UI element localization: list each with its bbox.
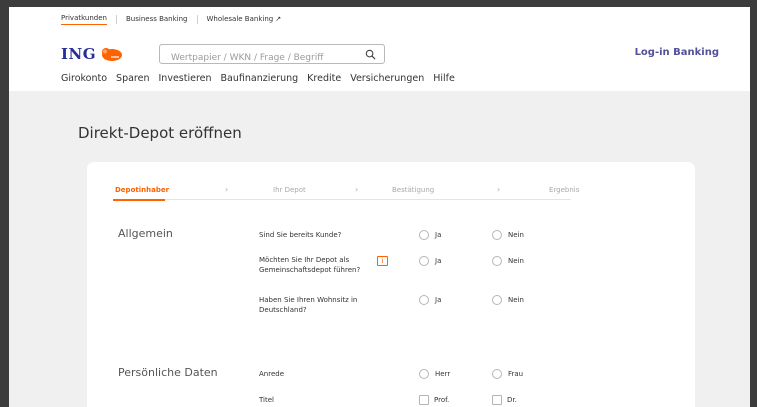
logo-text: ING xyxy=(61,45,97,63)
radio-button[interactable] xyxy=(419,295,429,305)
segment-wholesale-banking-link[interactable]: Wholesale Banking ↗ xyxy=(207,15,282,23)
login-banking-link[interactable]: Log-in Banking xyxy=(635,47,719,58)
joint-depot-yes-option[interactable]: Ja xyxy=(419,256,441,266)
nav-item-hilfe[interactable]: Hilfe xyxy=(433,73,455,84)
page-title: Direkt-Depot eröffnen xyxy=(78,124,242,142)
segment-divider xyxy=(196,14,198,24)
step-ergebnis: Ergebnis xyxy=(549,186,580,194)
segment-wholesale-label: Wholesale Banking xyxy=(206,15,274,23)
lion-icon xyxy=(102,48,123,61)
option-label: Frau xyxy=(508,370,524,378)
question-joint-depot: Möchten Sie Ihr Depot als Gemeinschaftsd… xyxy=(259,256,361,274)
external-link-icon: ↗ xyxy=(275,15,282,23)
residence-yes-option[interactable]: Ja xyxy=(419,295,441,305)
section-title-allgemein: Allgemein xyxy=(118,227,173,240)
segment-divider xyxy=(116,14,117,24)
checkbox[interactable] xyxy=(419,395,429,405)
nav-item-sparen[interactable]: Sparen xyxy=(116,73,149,84)
main-nav: Girokonto Sparen Investieren Baufinanzie… xyxy=(61,73,464,84)
option-label: Ja xyxy=(435,231,442,239)
salutation-mrs-option[interactable]: Frau xyxy=(492,369,523,379)
existing-customer-yes-option[interactable]: Ja xyxy=(419,230,441,240)
nav-item-versicherungen[interactable]: Versicherungen xyxy=(350,73,424,84)
segment-bar: Privatkunden Business Banking Wholesale … xyxy=(61,12,281,26)
option-label: Nein xyxy=(508,296,524,304)
step-bestaetigung: Bestätigung xyxy=(392,186,435,194)
ing-logo[interactable]: ING xyxy=(61,45,123,63)
option-label: Ja xyxy=(435,296,442,304)
joint-depot-no-option[interactable]: Nein xyxy=(492,256,524,266)
section-title-persoenliche-daten: Persönliche Daten xyxy=(118,366,218,379)
radio-button[interactable] xyxy=(419,369,429,379)
option-label: Prof. xyxy=(434,396,450,404)
option-label: Ja xyxy=(435,257,442,265)
option-label: Nein xyxy=(508,257,524,265)
segment-privatkunden-link[interactable]: Privatkunden xyxy=(61,14,107,25)
radio-button[interactable] xyxy=(419,230,429,240)
salutation-mr-option[interactable]: Herr xyxy=(419,369,450,379)
step-depotinhaber: Depotinhaber xyxy=(115,186,170,194)
chevron-right-icon: › xyxy=(225,185,229,194)
info-icon[interactable]: i xyxy=(377,256,388,266)
existing-customer-no-option[interactable]: Nein xyxy=(492,230,524,240)
nav-item-baufinanzierung[interactable]: Baufinanzierung xyxy=(221,73,299,84)
search-icon[interactable] xyxy=(365,49,376,60)
radio-button[interactable] xyxy=(419,256,429,266)
question-residence-germany: Haben Sie Ihren Wohnsitz in Deutschland? xyxy=(259,296,358,314)
radio-button[interactable] xyxy=(492,230,502,240)
chevron-right-icon: › xyxy=(497,185,501,194)
radio-button[interactable] xyxy=(492,369,502,379)
progress-steps: Depotinhaber › Ihr Depot › Bestätigung ›… xyxy=(113,185,579,201)
option-label: Herr xyxy=(435,370,451,378)
content-area: Direkt-Depot eröffnen Depotinhaber › Ihr… xyxy=(9,91,750,407)
question-existing-customer: Sind Sie bereits Kunde? xyxy=(259,231,342,239)
search-input[interactable] xyxy=(171,49,361,67)
residence-no-option[interactable]: Nein xyxy=(492,295,524,305)
form-card: Depotinhaber › Ihr Depot › Bestätigung ›… xyxy=(87,162,695,407)
checkbox[interactable] xyxy=(492,395,502,405)
label-salutation: Anrede xyxy=(259,370,285,378)
title-prof-option[interactable]: Prof. xyxy=(419,395,449,405)
search-box[interactable] xyxy=(159,44,385,67)
option-label: Nein xyxy=(508,231,524,239)
segment-business-banking-link[interactable]: Business Banking xyxy=(126,15,188,23)
title-dr-option[interactable]: Dr. xyxy=(492,395,517,405)
chevron-right-icon: › xyxy=(355,185,359,194)
nav-item-girokonto[interactable]: Girokonto xyxy=(61,73,107,84)
nav-item-kredite[interactable]: Kredite xyxy=(307,73,341,84)
active-step-indicator xyxy=(113,199,165,201)
label-title: Titel xyxy=(259,396,275,404)
option-label: Dr. xyxy=(507,396,517,404)
browser-page: Privatkunden Business Banking Wholesale … xyxy=(9,7,750,407)
step-ihr-depot: Ihr Depot xyxy=(273,186,306,194)
radio-button[interactable] xyxy=(492,256,502,266)
nav-item-investieren[interactable]: Investieren xyxy=(159,73,212,84)
radio-button[interactable] xyxy=(492,295,502,305)
